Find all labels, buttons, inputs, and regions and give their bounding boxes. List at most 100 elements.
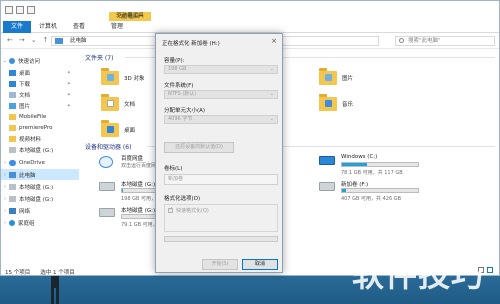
quick-access-toolbar bbox=[5, 6, 35, 14]
sidebar-item-label: 此电脑 bbox=[19, 172, 36, 179]
status-bar: 15 个项目 选中 1 个项目 bbox=[5, 268, 75, 276]
save-icon[interactable] bbox=[5, 6, 13, 14]
sidebar-item-local-disk-g-2[interactable]: › 本地磁盘 (G:) bbox=[1, 193, 79, 204]
large-icons-view-icon[interactable] bbox=[487, 267, 493, 273]
tab-computer[interactable]: 计算机 bbox=[31, 21, 65, 33]
recent-locations-icon[interactable]: ⌄ bbox=[31, 36, 37, 44]
folder-icon bbox=[319, 68, 337, 85]
drive-usage-bar bbox=[341, 188, 419, 193]
sidebar-item-documents[interactable]: 文档 ✦ bbox=[1, 89, 79, 100]
tab-view[interactable]: 查看 bbox=[65, 21, 93, 33]
sidebar-item-label: 下载 bbox=[19, 81, 31, 88]
download-icon bbox=[9, 80, 16, 87]
back-arrow-icon[interactable]: ← bbox=[7, 36, 13, 44]
file-system-select[interactable]: NTFS (默认) ⌄ bbox=[164, 90, 278, 99]
drive-icon bbox=[99, 182, 115, 191]
restore-defaults-button[interactable]: 还原设备的默认值(D) bbox=[164, 142, 234, 153]
drive-usage-fill bbox=[342, 189, 346, 192]
drive-usage-fill bbox=[342, 163, 368, 166]
new-folder-icon[interactable] bbox=[27, 6, 35, 14]
sidebar-item-label: 网络 bbox=[19, 208, 31, 215]
start-button[interactable]: 开始(S) bbox=[202, 259, 238, 270]
sidebar-item-desktop[interactable]: 桌面 ✦ bbox=[1, 67, 79, 78]
cancel-button[interactable]: 取消 bbox=[242, 259, 278, 270]
drive-icon bbox=[99, 208, 115, 217]
search-input[interactable]: 搜索"此电脑" bbox=[395, 36, 495, 46]
close-icon[interactable]: × bbox=[271, 37, 277, 45]
folder-label: 音乐 bbox=[342, 102, 354, 108]
drive-new-volume-f[interactable]: 新加卷 (F:) 407 GB 可用，共 426 GB bbox=[319, 180, 439, 206]
navigation-pane: ⌄ 快速访问 桌面 ✦ 下载 ✦ 文档 ✦ 图片 ✦ MobileFile pr… bbox=[1, 51, 79, 263]
drive-name: 本地磁盘 (G:) bbox=[121, 208, 156, 214]
sidebar-item-downloads[interactable]: 下载 ✦ bbox=[1, 78, 79, 89]
pin-icon[interactable]: ✦ bbox=[67, 70, 71, 76]
pin-icon[interactable]: ✦ bbox=[67, 103, 71, 109]
format-dialog: 正在格式化 新加卷 (H:) × 容量(P): 198 GB ⌄ 文件系统(F)… bbox=[155, 33, 283, 273]
sidebar-item-label: premierePro bbox=[19, 124, 53, 131]
watermark-text: 软件技巧 bbox=[352, 256, 485, 294]
pin-icon[interactable]: ✦ bbox=[67, 81, 71, 87]
drive-name: Windows (C:) bbox=[341, 154, 378, 160]
folder-label: 桌面 bbox=[124, 128, 136, 134]
sidebar-item-label: 视频材料 bbox=[19, 136, 42, 143]
sidebar-item-onedrive[interactable]: › OneDrive bbox=[1, 157, 79, 168]
drive-info: 407 GB 可用，共 426 GB bbox=[341, 196, 402, 202]
allocation-unit-label: 分配单元大小(A) bbox=[164, 108, 206, 114]
folder-music[interactable]: 音乐 bbox=[319, 89, 389, 119]
capacity-value: 198 GB bbox=[168, 66, 187, 72]
ribbon-tabs: 文件 计算机 查看 管理 bbox=[1, 20, 499, 33]
chevron-right-icon[interactable]: › bbox=[1, 160, 9, 166]
folder-icon bbox=[101, 68, 119, 85]
sidebar-item-premierepro[interactable]: premierePro bbox=[1, 122, 79, 133]
sidebar-item-label: OneDrive bbox=[19, 159, 45, 166]
properties-icon[interactable] bbox=[16, 6, 24, 14]
drive-name: 新加卷 (F:) bbox=[341, 182, 369, 188]
sidebar-item-homegroup[interactable]: › 家庭组 bbox=[1, 217, 79, 228]
volume-label-input[interactable]: 新加卷 bbox=[164, 174, 278, 185]
sidebar-item-pictures[interactable]: 图片 ✦ bbox=[1, 100, 79, 111]
drive-icon bbox=[9, 183, 16, 190]
format-options-label: 格式化选项(O) bbox=[164, 196, 201, 202]
sidebar-item-mobilefile[interactable]: MobileFile bbox=[1, 111, 79, 122]
chevron-down-icon: ⌄ bbox=[269, 116, 274, 122]
sidebar-item-local-disk[interactable]: 本地磁盘 (G:) bbox=[1, 144, 79, 155]
drive-icon bbox=[9, 146, 16, 153]
folder-label: 3D 对象 bbox=[124, 76, 145, 82]
sidebar-item-label: 本地磁盘 (G:) bbox=[19, 147, 54, 154]
sidebar-item-video-materials[interactable]: 视频材料 bbox=[1, 133, 79, 144]
chevron-right-icon[interactable]: › bbox=[1, 208, 9, 214]
allocation-unit-select[interactable]: 4096 字节 ⌄ bbox=[164, 115, 278, 124]
quick-format-label: 快速格式化(Q) bbox=[176, 208, 209, 214]
network-icon bbox=[9, 207, 16, 214]
devices-section-header[interactable]: 设备和驱动器 (6) bbox=[85, 142, 131, 151]
drive-name: 百度网盘 bbox=[121, 156, 144, 162]
file-system-label: 文件系统(F) bbox=[164, 83, 194, 89]
chevron-right-icon[interactable]: › bbox=[1, 220, 9, 226]
forward-arrow-icon[interactable]: → bbox=[19, 36, 25, 44]
sidebar-item-label: 图片 bbox=[19, 103, 31, 110]
tab-manage[interactable]: 管理 bbox=[103, 21, 131, 33]
capacity-select[interactable]: 198 GB ⌄ bbox=[164, 65, 278, 74]
sidebar-item-label: 本地磁盘 (G:) bbox=[19, 184, 54, 191]
chevron-down-icon: ⌄ bbox=[269, 66, 274, 72]
cloud-icon bbox=[9, 159, 16, 166]
sidebar-item-network[interactable]: › 网络 bbox=[1, 205, 79, 216]
sidebar-item-this-pc[interactable]: › 此电脑 bbox=[1, 169, 79, 180]
tab-file[interactable]: 文件 bbox=[3, 20, 32, 33]
up-arrow-icon[interactable]: ↑ bbox=[43, 36, 49, 44]
sidebar-item-quick-access[interactable]: ⌄ 快速访问 bbox=[1, 55, 79, 66]
sidebar-item-local-disk-g[interactable]: › 本地磁盘 (G:) bbox=[1, 181, 79, 192]
pin-icon[interactable]: ✦ bbox=[67, 92, 71, 98]
navigation-buttons: ← → ⌄ ↑ bbox=[7, 36, 49, 44]
drive-windows-c[interactable]: Windows (C:) 78.1 GB 可用，共 117 GB bbox=[319, 154, 439, 180]
folder-icon bbox=[9, 135, 16, 142]
quick-format-checkbox[interactable]: 快速格式化(Q) bbox=[168, 206, 209, 214]
pictures-icon bbox=[9, 102, 16, 109]
chevron-right-icon[interactable]: › bbox=[1, 196, 9, 202]
folders-section-header[interactable]: 文件夹 (7) bbox=[85, 53, 113, 62]
drive-icon bbox=[319, 182, 335, 191]
chevron-down-icon: ⌄ bbox=[2, 57, 8, 64]
chevron-right-icon[interactable]: › bbox=[1, 184, 9, 190]
baidu-cloud-icon bbox=[99, 156, 113, 168]
chevron-right-icon[interactable]: › bbox=[1, 172, 9, 178]
